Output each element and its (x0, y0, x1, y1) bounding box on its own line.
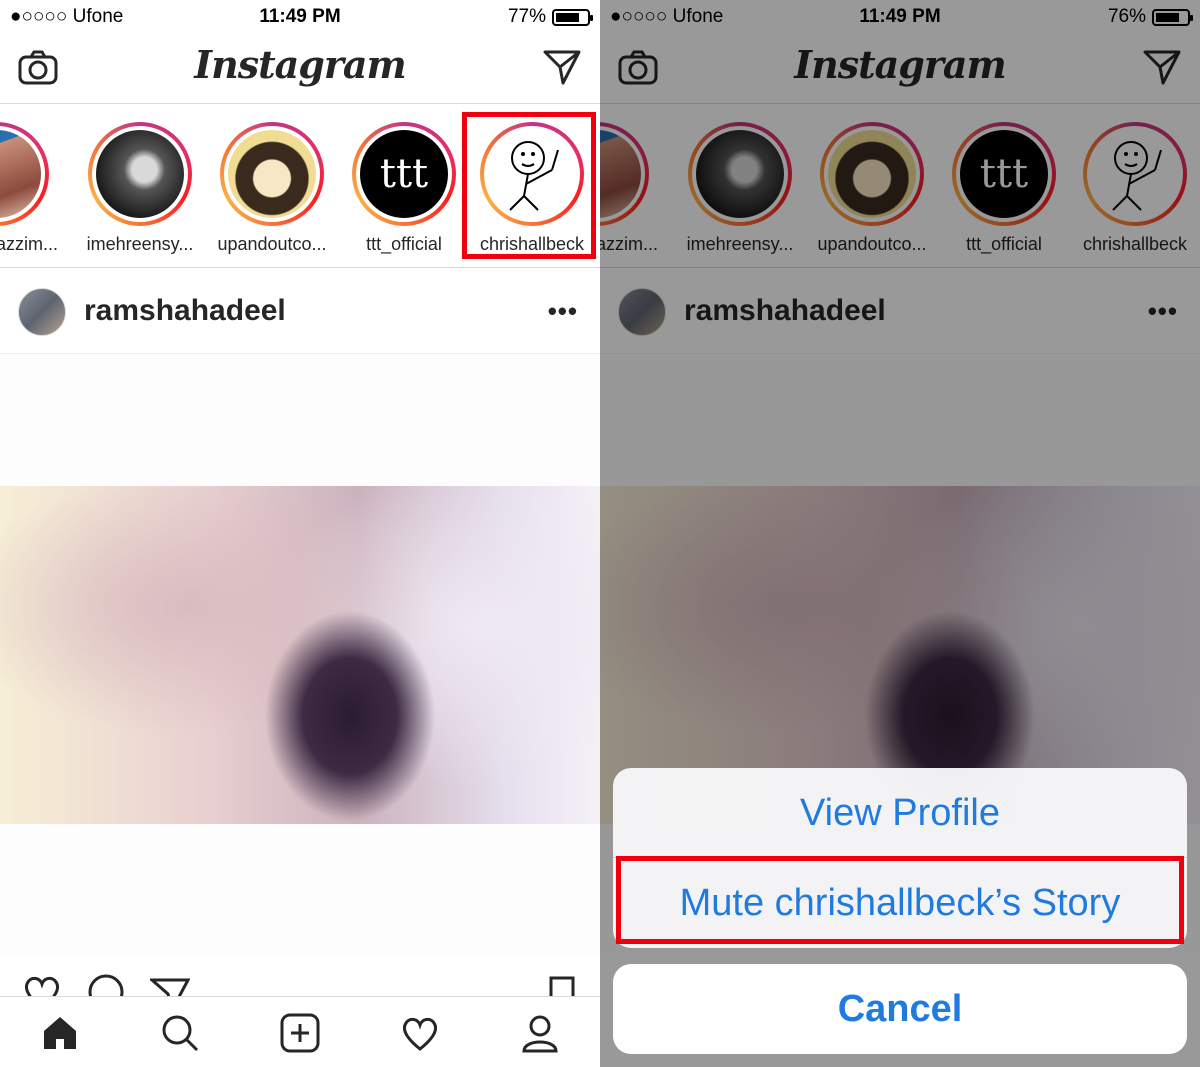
highlight-box (462, 112, 596, 259)
more-options-icon[interactable]: ••• (548, 296, 578, 327)
story-username: imehreensy... (86, 234, 194, 254)
right-screen: ●○○○○ Ufone 11:49 PM 76% Instagram azzim… (600, 0, 1200, 1067)
photo (0, 486, 600, 824)
home-icon[interactable] (40, 1013, 80, 1058)
story-username: ttt_official (366, 234, 442, 254)
app-header: Instagram (0, 34, 600, 104)
battery-percent: 77% (507, 6, 546, 27)
activity-heart-icon[interactable] (400, 1013, 440, 1058)
view-profile-button[interactable]: View Profile (613, 768, 1187, 858)
search-icon[interactable] (160, 1013, 200, 1058)
profile-icon[interactable] (520, 1013, 560, 1058)
avatar[interactable] (18, 288, 66, 336)
story-item[interactable]: razzim... (0, 122, 62, 255)
story-avatar (96, 130, 184, 218)
like-icon[interactable] (22, 974, 62, 996)
story-avatar: ttt (360, 130, 448, 218)
post-username[interactable]: ramshahadeel (84, 294, 286, 328)
battery-icon (552, 8, 593, 26)
stories-tray: razzim... imehreensy... upandoutco... tt… (0, 104, 600, 268)
bookmark-icon[interactable] (548, 976, 576, 996)
post-header: ramshahadeel ••• (0, 268, 600, 354)
add-post-icon[interactable] (280, 1013, 320, 1058)
left-screen: ●○○○○ Ufone 11:49 PM 77% Instagram razzi… (0, 0, 600, 1067)
tab-bar (0, 996, 600, 1067)
story-avatar (228, 130, 316, 218)
story-username: upandoutco... (217, 234, 327, 254)
comment-icon[interactable] (86, 974, 126, 996)
post-actions (0, 964, 600, 996)
direct-message-icon[interactable] (542, 48, 582, 91)
instagram-logo: Instagram (194, 42, 406, 87)
story-username: razzim... (0, 234, 58, 254)
story-item[interactable]: imehreensy... (75, 122, 205, 255)
status-bar: ●○○○○ Ufone 11:49 PM 77% (0, 0, 600, 34)
cancel-button[interactable]: Cancel (613, 964, 1187, 1054)
highlight-box (616, 856, 1184, 944)
story-avatar (0, 130, 41, 218)
post-image[interactable] (0, 354, 600, 954)
battery-indicator: 77% (507, 6, 593, 28)
share-icon[interactable] (148, 976, 191, 996)
story-item[interactable]: ttt ttt_official (339, 122, 469, 255)
story-item[interactable]: upandoutco... (207, 122, 337, 255)
